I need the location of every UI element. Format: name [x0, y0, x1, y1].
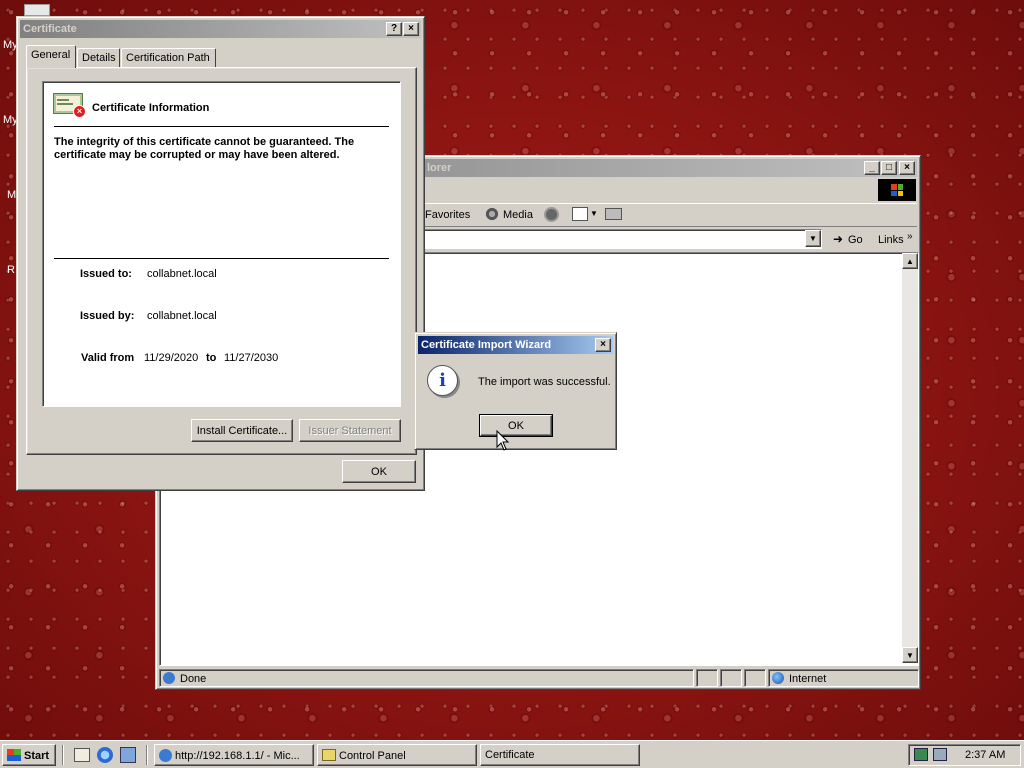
- minimize-button[interactable]: _: [864, 161, 880, 175]
- ie-statusbar: Done Internet: [159, 668, 919, 688]
- show-desktop-icon[interactable]: [74, 748, 90, 762]
- clock[interactable]: 2:37 AM: [965, 749, 1005, 761]
- chevron-right-icon[interactable]: »: [907, 231, 913, 242]
- status-pane: Done: [159, 669, 694, 687]
- taskbar-separator: [62, 745, 64, 765]
- import-wizard-dialog: Certificate Import Wizard × i The import…: [414, 332, 617, 450]
- heading-divider: [54, 126, 389, 127]
- desktop-icon-label[interactable]: R: [7, 264, 15, 276]
- go-button[interactable]: Go: [848, 234, 863, 246]
- task-label: Certificate: [485, 749, 535, 761]
- task-control-panel[interactable]: Control Panel: [317, 744, 477, 766]
- print-icon[interactable]: [605, 208, 622, 220]
- issued-by-value: collabnet.local: [147, 310, 217, 322]
- certificate-info-panel: × Certificate Information The integrity …: [42, 81, 401, 407]
- valid-from-value: 11/29/2020: [144, 352, 199, 364]
- system-tray: 2:37 AM: [908, 744, 1021, 766]
- issued-to-value: collabnet.local: [147, 268, 217, 280]
- start-label: Start: [24, 750, 50, 762]
- ie-title: lorer: [427, 162, 452, 174]
- desktop-icon-label[interactable]: M: [7, 189, 16, 201]
- maximize-button[interactable]: □: [881, 161, 897, 175]
- help-button[interactable]: ?: [386, 22, 402, 36]
- certificate-heading: Certificate Information: [92, 102, 210, 114]
- install-certificate-button[interactable]: Install Certificate...: [191, 419, 293, 442]
- tab-details[interactable]: Details: [77, 48, 120, 68]
- ie-quicklaunch-icon[interactable]: [97, 747, 113, 763]
- globe-icon: [772, 672, 784, 684]
- wizard-message: The import was successful.: [478, 376, 611, 388]
- start-button[interactable]: Start: [2, 744, 56, 766]
- vertical-scrollbar[interactable]: ▲ ▼: [902, 253, 918, 663]
- certificate-error-icon: ×: [53, 91, 86, 118]
- history-icon[interactable]: [544, 207, 559, 222]
- favorites-button[interactable]: Favorites: [425, 209, 470, 221]
- valid-to-value: 11/27/2030: [224, 352, 279, 364]
- tab-general[interactable]: General: [26, 45, 76, 68]
- certificate-warning: The integrity of this certificate cannot…: [54, 136, 355, 161]
- ok-button[interactable]: OK: [342, 460, 416, 483]
- details-divider: [54, 258, 389, 259]
- scroll-down-button[interactable]: ▼: [902, 647, 918, 663]
- status-pane-progress: [696, 669, 718, 687]
- chevron-down-icon[interactable]: ▼: [590, 209, 598, 218]
- windows-logo: [878, 179, 916, 201]
- media-icon: [485, 207, 499, 221]
- wizard-titlebar[interactable]: Certificate Import Wizard ×: [418, 336, 613, 354]
- zone-text: Internet: [789, 673, 827, 685]
- scroll-up-button[interactable]: ▲: [902, 253, 918, 269]
- status-pane-blank: [744, 669, 766, 687]
- issuer-statement-button: Issuer Statement: [299, 419, 401, 442]
- close-button[interactable]: ×: [595, 338, 611, 352]
- mouse-cursor-icon: [496, 430, 510, 451]
- go-arrow-icon: ➜: [833, 232, 844, 246]
- tab-label: Details: [82, 52, 116, 64]
- links-button[interactable]: Links: [878, 234, 904, 246]
- close-button[interactable]: ×: [899, 161, 915, 175]
- status-text: Done: [180, 673, 207, 685]
- valid-to-label: to: [206, 352, 217, 364]
- media-button[interactable]: Media: [503, 209, 533, 221]
- tray-computer-icon[interactable]: [933, 748, 947, 761]
- control-panel-icon: [322, 749, 336, 761]
- task-label: Control Panel: [339, 750, 406, 762]
- issued-by-label: Issued by:: [80, 310, 135, 322]
- certificate-title: Certificate: [23, 23, 77, 35]
- tab-label: General: [31, 49, 71, 61]
- certificate-dialog: Certificate ? × General Details Certific…: [16, 16, 425, 491]
- information-icon: i: [427, 365, 458, 396]
- close-button[interactable]: ×: [403, 22, 419, 36]
- taskbar: Start http://192.168.1.1/ - Mic... Contr…: [0, 740, 1024, 768]
- tray-network-icon[interactable]: [914, 748, 928, 761]
- outlook-quicklaunch-icon[interactable]: [120, 747, 136, 763]
- task-ie[interactable]: http://192.168.1.1/ - Mic...: [154, 744, 314, 766]
- task-certificate[interactable]: Certificate: [480, 744, 640, 766]
- wizard-title: Certificate Import Wizard: [421, 339, 552, 351]
- status-zone-pane: Internet: [768, 669, 919, 687]
- desktop-icon-top[interactable]: [24, 4, 50, 16]
- certificate-titlebar[interactable]: Certificate ? ×: [20, 20, 421, 38]
- task-label: http://192.168.1.1/ - Mic...: [175, 750, 300, 762]
- tab-certification-path[interactable]: Certification Path: [121, 48, 216, 68]
- ie-icon: [159, 749, 172, 762]
- ie-page-icon: [163, 672, 175, 684]
- valid-from-label: Valid from: [81, 352, 135, 364]
- status-pane-lock: [720, 669, 742, 687]
- address-input[interactable]: ▼: [422, 229, 822, 249]
- taskbar-separator: [146, 745, 148, 765]
- wizard-ok-button[interactable]: OK: [479, 414, 553, 437]
- tab-panel: × Certificate Information The integrity …: [26, 67, 417, 455]
- tab-label: Certification Path: [126, 52, 210, 64]
- windows-flag-icon: [7, 749, 21, 761]
- address-dropdown-button[interactable]: ▼: [805, 230, 821, 247]
- mail-icon[interactable]: [572, 207, 588, 221]
- issued-to-label: Issued to:: [80, 268, 132, 280]
